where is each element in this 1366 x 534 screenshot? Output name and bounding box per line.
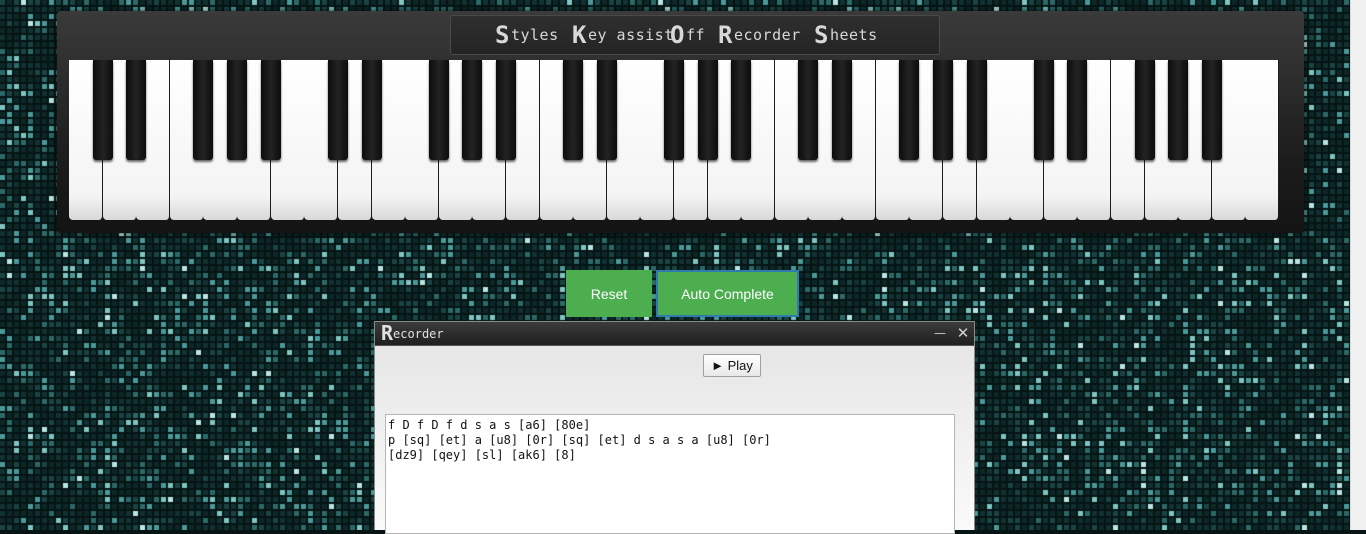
recorder-title-cap: R bbox=[381, 321, 394, 345]
sheet-line: [dz9] [qey] [sl] [ak6] [8] bbox=[388, 448, 576, 462]
menu-key-assist-cap: K bbox=[572, 21, 587, 49]
black-key[interactable] bbox=[966, 60, 987, 160]
reset-button[interactable]: Reset bbox=[566, 270, 652, 317]
black-key[interactable] bbox=[462, 60, 483, 160]
recorder-titlebar[interactable]: Recorder — ✕ bbox=[375, 322, 974, 346]
black-key[interactable] bbox=[1067, 60, 1088, 160]
black-key[interactable] bbox=[260, 60, 281, 160]
recorder-window: Recorder — ✕ ► Play f D f D f d s a s [a… bbox=[374, 321, 975, 534]
black-key[interactable] bbox=[428, 60, 449, 160]
menu-sheets-cap: S bbox=[814, 21, 829, 49]
black-key[interactable] bbox=[664, 60, 684, 160]
menu-styles-label: tyles bbox=[510, 26, 559, 44]
play-button[interactable]: ► Play bbox=[703, 354, 761, 377]
menu-sheets[interactable]: Sheets bbox=[814, 21, 878, 49]
recorder-title-label: ecorder bbox=[393, 327, 444, 341]
menu-recorder-cap: R bbox=[718, 21, 733, 49]
black-key[interactable] bbox=[798, 60, 819, 160]
white-key[interactable] bbox=[1245, 60, 1280, 220]
black-key[interactable] bbox=[126, 60, 147, 160]
piano-keyboard bbox=[69, 60, 1280, 220]
menu-key-assist-toggle[interactable]: Off bbox=[670, 21, 705, 49]
black-key[interactable] bbox=[1134, 60, 1155, 160]
menu-key-assist[interactable]: Key assist bbox=[572, 21, 674, 49]
black-key[interactable] bbox=[193, 60, 214, 160]
black-key[interactable] bbox=[92, 60, 113, 160]
piano: Styles Key assist Off Recorder Sheets bbox=[57, 11, 1304, 233]
black-key[interactable] bbox=[361, 60, 382, 160]
sheet-line: f D f D f d s a s [a6] [80e] bbox=[388, 418, 591, 432]
close-icon[interactable]: ✕ bbox=[954, 323, 972, 343]
recorder-title: Recorder bbox=[381, 321, 444, 345]
black-key[interactable] bbox=[596, 60, 617, 160]
black-key[interactable] bbox=[227, 60, 248, 160]
black-key[interactable] bbox=[1201, 60, 1222, 160]
auto-complete-button[interactable]: Auto Complete bbox=[656, 270, 799, 317]
black-key[interactable] bbox=[832, 60, 853, 160]
menu-recorder-label: ecorder bbox=[733, 26, 801, 44]
black-key[interactable] bbox=[1168, 60, 1189, 160]
black-key[interactable] bbox=[932, 60, 953, 160]
minimize-icon[interactable]: — bbox=[931, 323, 949, 343]
black-key[interactable] bbox=[1033, 60, 1054, 160]
menu-sheets-label: heets bbox=[829, 26, 878, 44]
menu-styles[interactable]: Styles bbox=[495, 21, 559, 49]
black-key[interactable] bbox=[495, 60, 516, 160]
top-menu: Styles Key assist Off Recorder Sheets bbox=[450, 15, 940, 55]
sheet-line: p [sq] [et] a [u8] [0r] [sq] [et] d s a … bbox=[388, 433, 771, 447]
black-key[interactable] bbox=[899, 60, 920, 160]
black-key[interactable] bbox=[327, 60, 348, 160]
black-key[interactable] bbox=[563, 60, 584, 160]
menu-key-assist-label: ey assist bbox=[587, 26, 674, 44]
menu-recorder[interactable]: Recorder bbox=[718, 21, 801, 49]
menu-toggle-cap: O bbox=[670, 21, 685, 49]
menu-styles-cap: S bbox=[495, 21, 510, 49]
black-key[interactable] bbox=[697, 60, 718, 160]
recorder-sheet-textarea[interactable]: f D f D f d s a s [a6] [80e] p [sq] [et]… bbox=[385, 414, 955, 534]
black-key[interactable] bbox=[731, 60, 752, 160]
menu-toggle-label: ff bbox=[685, 26, 706, 44]
vertical-scrollbar[interactable] bbox=[1350, 0, 1366, 530]
